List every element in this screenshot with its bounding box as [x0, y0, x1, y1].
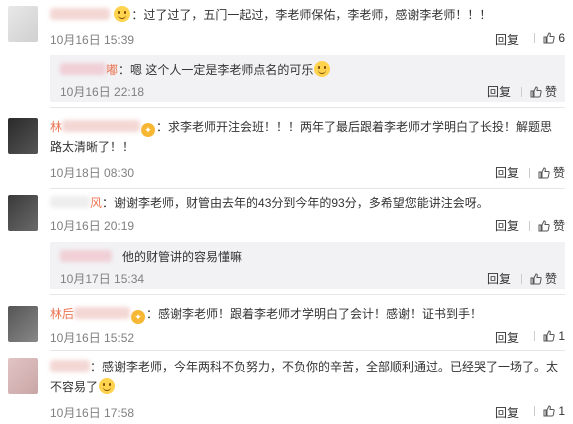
- reply-button[interactable]: 回复: [495, 31, 519, 48]
- comment-text: 风：谢谢李老师，财管由去年的43分到今年的93分，多希望您能讲注会呀。: [50, 193, 565, 213]
- reply-button[interactable]: 回复: [495, 217, 519, 234]
- timestamp: 10月16日 20:19: [50, 219, 135, 233]
- divider: [528, 221, 530, 231]
- username[interactable]: [62, 120, 141, 132]
- like-button[interactable]: 1: [534, 329, 565, 343]
- comment-text: 林后 ✦ ：感谢李老师！跟着李老师才学明白了会计！感谢！证书到手！: [50, 307, 483, 324]
- reply-box: 他的财管讲的容易懂嘛 10月17日 15:34 回复 赞: [50, 242, 565, 289]
- divider: [50, 350, 565, 351]
- thumbs-up-icon: [538, 167, 550, 179]
- avatar[interactable]: [8, 306, 38, 342]
- reply-button[interactable]: 回复: [495, 404, 519, 421]
- reply-username[interactable]: [60, 250, 112, 262]
- divider: [534, 331, 536, 341]
- thumbs-up-icon: [543, 405, 555, 417]
- divider: [528, 168, 530, 178]
- timestamp: 10月18日 08:30: [50, 166, 135, 180]
- comment-meta: 10月16日 20:19 回复 赞: [50, 217, 565, 235]
- avatar[interactable]: [8, 358, 38, 394]
- like-button[interactable]: 1: [534, 404, 565, 418]
- smile-emoji: [314, 61, 331, 77]
- like-button[interactable]: 赞: [528, 217, 565, 234]
- like-button[interactable]: 赞: [520, 83, 557, 100]
- like-button[interactable]: 6: [534, 31, 565, 45]
- divider: [534, 406, 536, 416]
- username[interactable]: [50, 196, 90, 208]
- like-button[interactable]: 赞: [528, 164, 565, 181]
- reply-meta: 10月17日 15:34 回复 赞: [60, 270, 557, 288]
- timestamp: 10月16日 15:39: [50, 33, 135, 47]
- avatar[interactable]: [8, 118, 38, 154]
- thumbs-up-icon: [543, 32, 555, 44]
- comment-meta: 10月16日 15:39 回复 6: [50, 31, 565, 49]
- vip-icon: ✦: [141, 123, 156, 137]
- comment-meta: 10月16日 17:58 回复 1: [50, 404, 565, 422]
- grinning-emoji: [114, 6, 131, 22]
- reply-text: 嘟：嗯 这个人一定是李老师点名的可乐: [60, 61, 557, 79]
- username[interactable]: [74, 307, 131, 319]
- reply-meta: 10月16日 22:18 回复 赞: [60, 83, 557, 101]
- username[interactable]: [50, 360, 90, 372]
- username[interactable]: [50, 8, 110, 20]
- thumbs-up-icon: [543, 330, 555, 342]
- divider: [50, 294, 565, 295]
- vip-icon: ✦: [131, 310, 146, 324]
- avatar[interactable]: [8, 6, 38, 42]
- reply-box: 嘟：嗯 这个人一定是李老师点名的可乐 10月16日 22:18 回复 赞: [50, 55, 565, 102]
- divider: [50, 188, 565, 189]
- reply-button[interactable]: 回复: [495, 164, 519, 181]
- timestamp: 10月16日 17:58: [50, 406, 135, 420]
- comment-meta: 10月16日 15:52 回复 1: [50, 329, 565, 347]
- crying-emoji: [99, 378, 116, 394]
- thumbs-up-icon: [538, 220, 550, 232]
- reply-button[interactable]: 回复: [495, 329, 519, 346]
- thumbs-up-icon: [530, 273, 542, 285]
- timestamp: 10月16日 15:52: [50, 331, 135, 345]
- comment-meta: 10月18日 08:30 回复 赞: [50, 164, 565, 182]
- thumbs-up-icon: [530, 86, 542, 98]
- divider: [50, 107, 565, 108]
- divider: [534, 33, 536, 43]
- divider: [520, 87, 522, 97]
- comment-text: ：过了过了，五门一起过，李老师保佑，李老师，感谢李老师！！！: [50, 5, 565, 25]
- comment-text: ：感谢李老师，今年两科不负努力，不负你的辛苦，全部顺利通过。已经哭了一场了。太不…: [50, 360, 559, 394]
- reply-button[interactable]: 回复: [487, 270, 511, 287]
- like-button[interactable]: 赞: [520, 270, 557, 287]
- reply-button[interactable]: 回复: [487, 83, 511, 100]
- reply-username[interactable]: [60, 63, 106, 75]
- divider: [520, 274, 522, 284]
- timestamp: 10月17日 15:34: [60, 272, 145, 286]
- avatar[interactable]: [8, 195, 38, 231]
- comment-text: 林 ✦ ：求李老师开注会班！！！两年了最后跟着李老师才学明白了长投！解题思路太清晰了…: [50, 120, 553, 154]
- reply-text: 他的财管讲的容易懂嘛: [60, 248, 557, 266]
- timestamp: 10月16日 22:18: [60, 85, 145, 99]
